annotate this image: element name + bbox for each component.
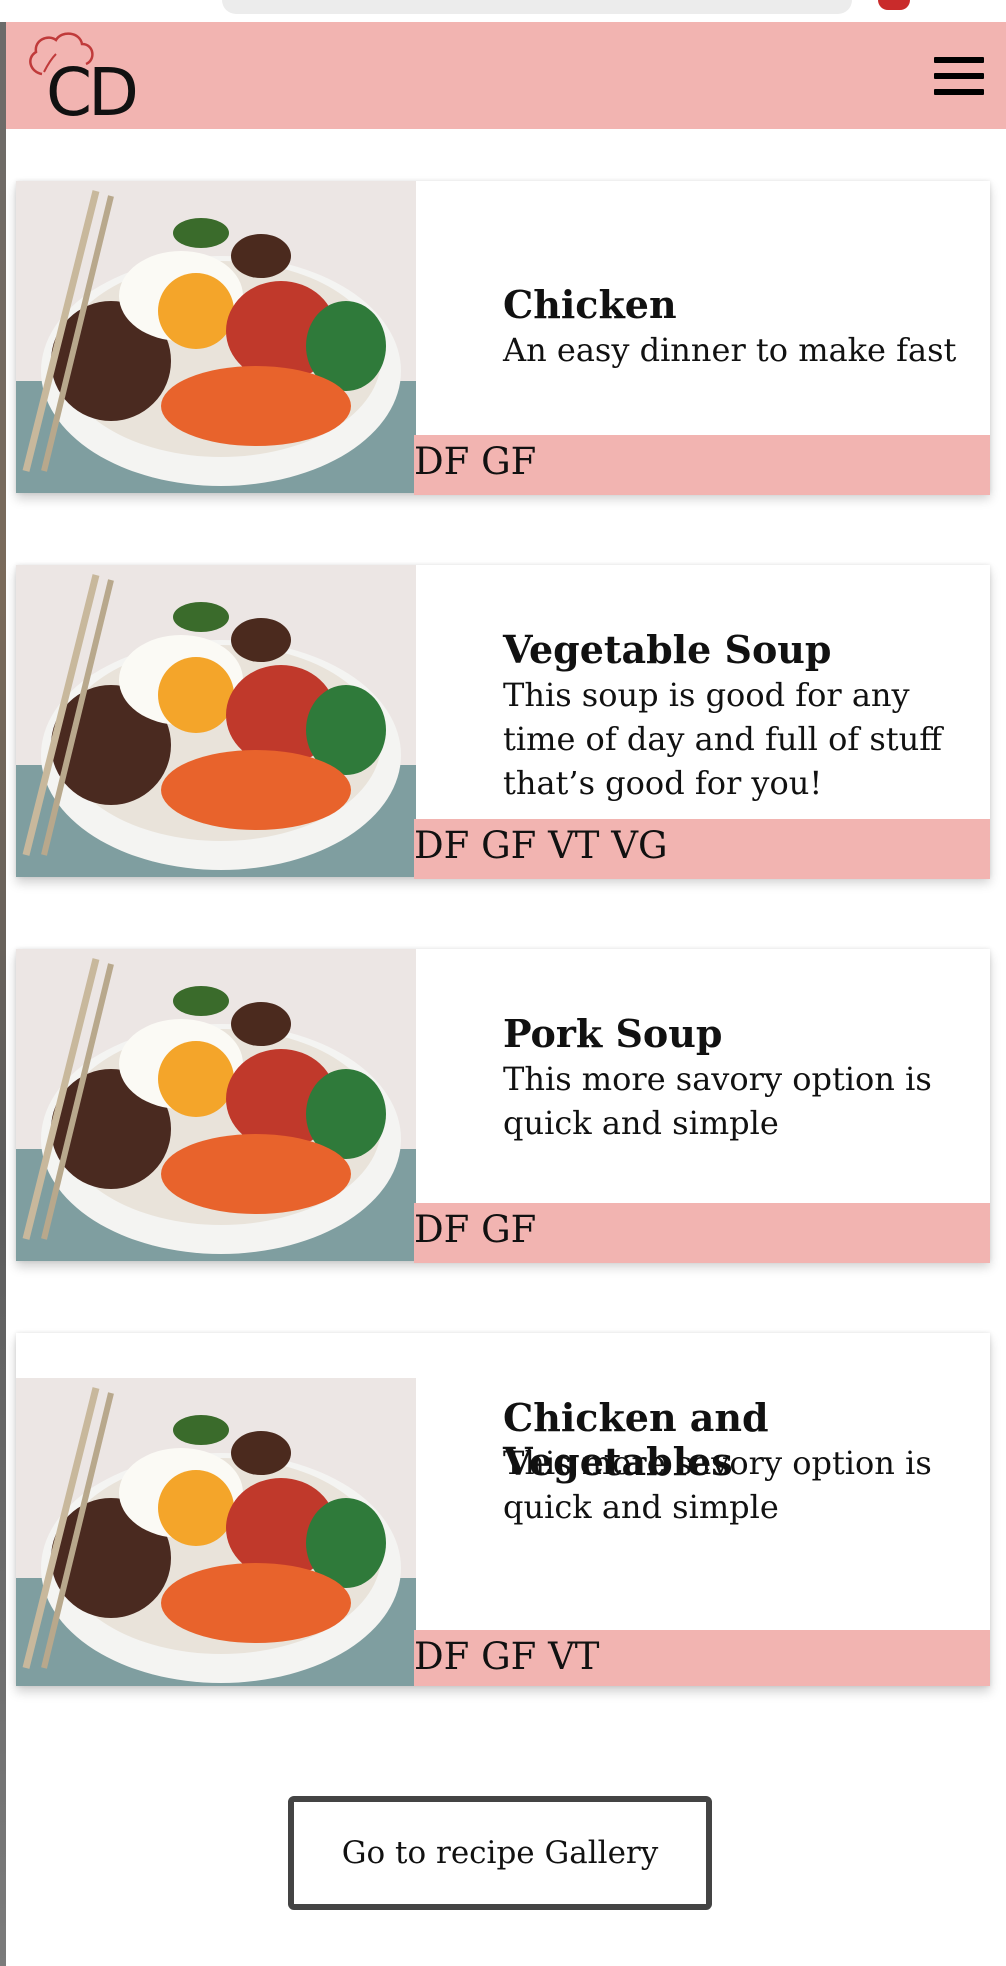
window-edge <box>0 0 6 1966</box>
browser-chrome <box>0 0 1006 22</box>
diet-tags: DF GF VT <box>414 1630 990 1686</box>
recipe-image <box>16 949 416 1261</box>
recipe-gallery-button[interactable]: Go to recipe Gallery <box>288 1796 712 1910</box>
diet-tags: DF GF <box>414 1203 990 1263</box>
hamburger-menu-icon[interactable] <box>934 57 984 99</box>
site-header: CD <box>6 22 1006 129</box>
recipe-title[interactable]: Vegetable Soup <box>503 628 832 672</box>
recipe-description: This more savory option is quick and sim… <box>503 1060 932 1142</box>
recipe-title[interactable]: Chicken <box>503 283 677 327</box>
recipe-card[interactable]: Vegetable Soup This soup is good for any… <box>16 565 990 879</box>
recipe-description: This soup is good for any time of day an… <box>503 676 942 802</box>
recipe-card[interactable]: Chicken An easy dinner to make fast DF G… <box>16 181 990 495</box>
recipe-card[interactable]: Chicken and Vegetables This more savory … <box>16 1333 990 1686</box>
recipe-image <box>16 565 416 877</box>
recipe-description: This more savory option is quick and sim… <box>503 1444 932 1526</box>
recipe-card[interactable]: Pork Soup This more savory option is qui… <box>16 949 990 1263</box>
recipe-image <box>16 1378 416 1686</box>
recipe-image <box>16 181 416 493</box>
recipe-description: An easy dinner to make fast <box>503 331 957 369</box>
recipe-title[interactable]: Pork Soup <box>503 1012 722 1056</box>
diet-tags: DF GF VT VG <box>414 819 990 879</box>
browser-extension-icon[interactable] <box>878 0 910 10</box>
logo-text: CD <box>46 54 139 131</box>
site-logo[interactable]: CD <box>16 28 166 126</box>
address-bar[interactable] <box>222 0 852 14</box>
diet-tags: DF GF <box>414 435 990 495</box>
